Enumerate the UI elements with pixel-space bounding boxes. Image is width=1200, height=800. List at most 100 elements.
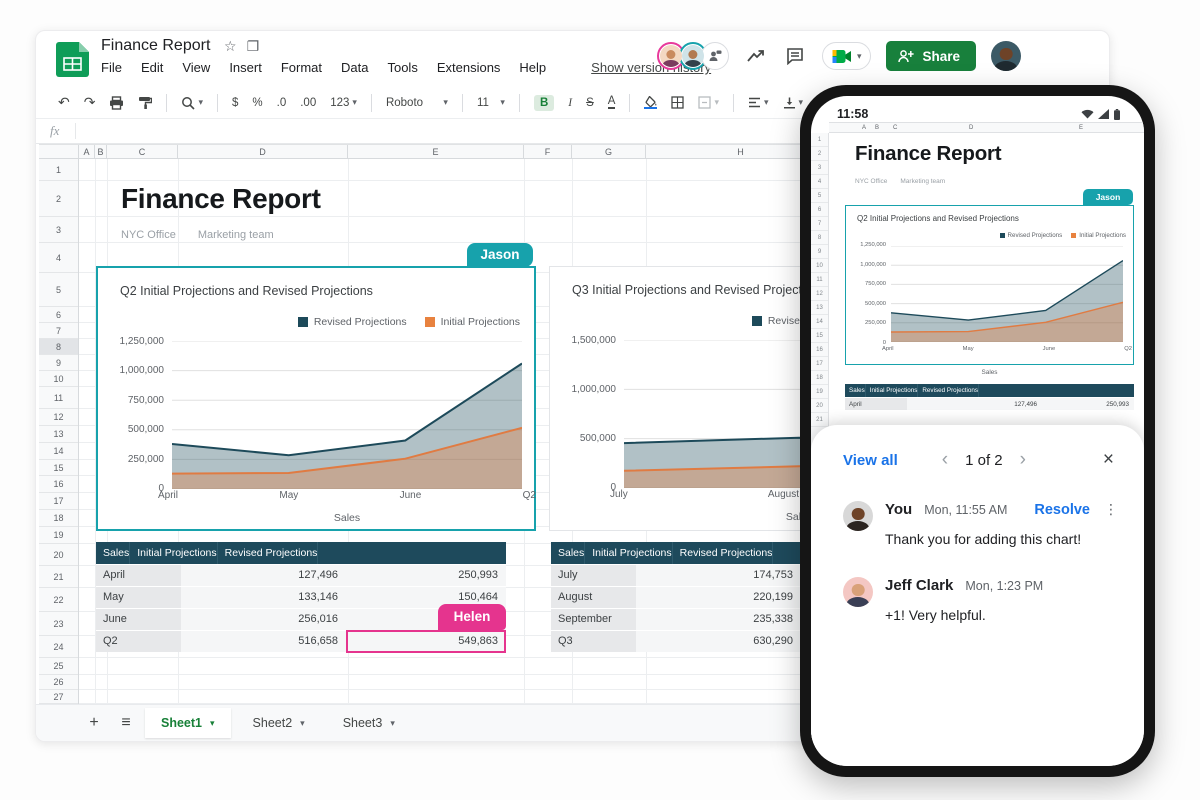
format-percent-button[interactable]: % <box>252 97 262 109</box>
table-header-cell[interactable]: Sales <box>551 542 585 564</box>
table-header-cell[interactable]: Sales <box>96 542 130 564</box>
number-format-button[interactable]: 123▾ <box>330 97 357 109</box>
share-people-icon <box>898 49 914 63</box>
bold-button[interactable]: B <box>534 95 554 111</box>
add-sheet-icon[interactable]: + <box>81 710 107 736</box>
format-currency-button[interactable]: $ <box>232 97 238 109</box>
month-cell[interactable]: September <box>551 609 636 630</box>
merge-cells-button[interactable]: ▾ <box>698 96 719 109</box>
column-header[interactable]: B <box>95 145 107 158</box>
column-headers[interactable]: ABCDEFGH <box>39 144 849 159</box>
column-header[interactable] <box>39 145 79 158</box>
print-icon[interactable] <box>109 96 124 110</box>
phone-q2-area-plot <box>891 246 1123 342</box>
month-cell[interactable]: August <box>551 587 636 608</box>
q2-chart[interactable]: Q2 Initial Projections and Revised Proje… <box>96 266 536 531</box>
tab-caret-icon: ▾ <box>390 718 395 729</box>
italic-button[interactable]: I <box>568 97 572 109</box>
team-label-cell[interactable]: Marketing team <box>198 229 274 241</box>
undo-icon[interactable]: ↶ <box>58 94 70 111</box>
zoom-icon[interactable]: ▾ <box>181 96 203 110</box>
column-header[interactable]: F <box>524 145 572 158</box>
initial-projection-cell[interactable]: 127,496 <box>181 565 346 586</box>
user-profile-avatar[interactable] <box>991 41 1021 71</box>
initial-projection-cell[interactable]: 516,658 <box>181 631 346 652</box>
initial-projection-cell[interactable]: 220,199 <box>636 587 801 608</box>
all-sheets-icon[interactable]: ≡ <box>113 710 139 736</box>
menu-format[interactable]: Format <box>281 60 322 75</box>
presence-tag-jason: Jason <box>467 243 533 267</box>
menu-help[interactable]: Help <box>519 60 546 75</box>
menu-insert[interactable]: Insert <box>229 60 262 75</box>
office-label-cell[interactable]: NYC Office <box>121 229 176 241</box>
month-cell[interactable]: Q3 <box>551 631 636 652</box>
tab-sheet1[interactable]: Sheet1▾ <box>145 708 231 738</box>
initial-projection-cell[interactable]: 235,338 <box>636 609 801 630</box>
meet-call-button[interactable]: ▾ <box>822 42 872 70</box>
text-color-button[interactable]: A <box>608 96 616 109</box>
star-icon[interactable]: ☆ <box>224 38 237 55</box>
anonymous-collaborators-icon[interactable] <box>701 42 729 70</box>
borders-button[interactable] <box>671 96 684 109</box>
move-to-folder-icon[interactable]: ❐ <box>247 38 260 55</box>
phone-q2-chart[interactable]: Q2 Initial Projections and Revised Proje… <box>845 205 1134 365</box>
menu-extensions[interactable]: Extensions <box>437 60 501 75</box>
initial-projection-cell[interactable]: 133,146 <box>181 587 346 608</box>
redo-icon[interactable]: ↷ <box>84 94 96 111</box>
activity-trend-icon[interactable] <box>744 44 768 68</box>
view-all-link[interactable]: View all <box>843 452 898 469</box>
tab-caret-icon: ▾ <box>300 718 305 729</box>
paint-format-icon[interactable] <box>138 96 152 110</box>
tab-sheet3[interactable]: Sheet3▾ <box>327 708 411 738</box>
month-cell[interactable]: April <box>96 565 181 586</box>
comment-menu-icon[interactable]: ⋮ <box>1104 501 1118 518</box>
menu-edit[interactable]: Edit <box>141 60 163 75</box>
increase-decimal-button[interactable]: .00 <box>300 97 316 109</box>
font-size-selector[interactable]: 11▾ <box>477 97 505 109</box>
revised-projection-cell[interactable]: 250,993 <box>346 565 506 586</box>
menu-data[interactable]: Data <box>341 60 368 75</box>
phone-q2-chart-legend: Revised ProjectionsInitial Projections <box>1000 232 1126 239</box>
vertical-align-button[interactable]: ▾ <box>783 97 804 109</box>
month-cell[interactable]: May <box>96 587 181 608</box>
next-comment-icon[interactable]: › <box>1020 449 1026 471</box>
phone-q2-x-axis-title: Sales <box>845 369 1134 376</box>
table-header-cell[interactable]: Initial Projections <box>130 542 217 564</box>
comment-history-icon[interactable] <box>783 44 807 68</box>
decrease-decimal-button[interactable]: .0 <box>277 97 287 109</box>
column-header[interactable]: G <box>572 145 646 158</box>
column-header[interactable]: A <box>79 145 95 158</box>
tab-sheet2[interactable]: Sheet2▾ <box>237 708 321 738</box>
prev-comment-icon[interactable]: ‹ <box>942 449 948 471</box>
phone-row-header: 9 <box>811 245 828 259</box>
menu-tools[interactable]: Tools <box>387 60 417 75</box>
document-title[interactable]: Finance Report <box>101 37 210 55</box>
month-cell[interactable]: July <box>551 565 636 586</box>
menu-view[interactable]: View <box>182 60 210 75</box>
column-header[interactable]: C <box>107 145 178 158</box>
collaborator-avatar-jason[interactable] <box>679 42 707 70</box>
resolve-button[interactable]: Resolve <box>1034 502 1090 518</box>
report-title-cell[interactable]: Finance Report <box>121 183 321 215</box>
initial-projection-cell[interactable]: 174,753 <box>636 565 801 586</box>
menu-file[interactable]: File <box>101 60 122 75</box>
close-comments-icon[interactable]: × <box>1103 449 1114 471</box>
horizontal-align-button[interactable]: ▾ <box>748 97 769 108</box>
table-header-cell[interactable]: Revised Projections <box>673 542 774 564</box>
comment-author-avatar <box>843 577 873 607</box>
presence-tag-helen: Helen <box>438 604 506 630</box>
table-header-cell[interactable]: Revised Projections <box>218 542 319 564</box>
initial-projection-cell[interactable]: 256,016 <box>181 609 346 630</box>
month-cell[interactable]: Q2 <box>96 631 181 652</box>
fill-color-button[interactable] <box>644 96 657 109</box>
collaborator-avatar-helen[interactable] <box>657 42 685 70</box>
fx-icon: fx <box>50 123 59 139</box>
font-selector[interactable]: Roboto▾ <box>386 97 448 109</box>
column-header[interactable]: D <box>178 145 348 158</box>
initial-projection-cell[interactable]: 630,290 <box>636 631 801 652</box>
column-header[interactable]: E <box>348 145 524 158</box>
share-button[interactable]: Share <box>886 41 976 71</box>
table-header-cell[interactable]: Initial Projections <box>585 542 672 564</box>
month-cell[interactable]: June <box>96 609 181 630</box>
strikethrough-button[interactable]: S <box>586 97 594 109</box>
